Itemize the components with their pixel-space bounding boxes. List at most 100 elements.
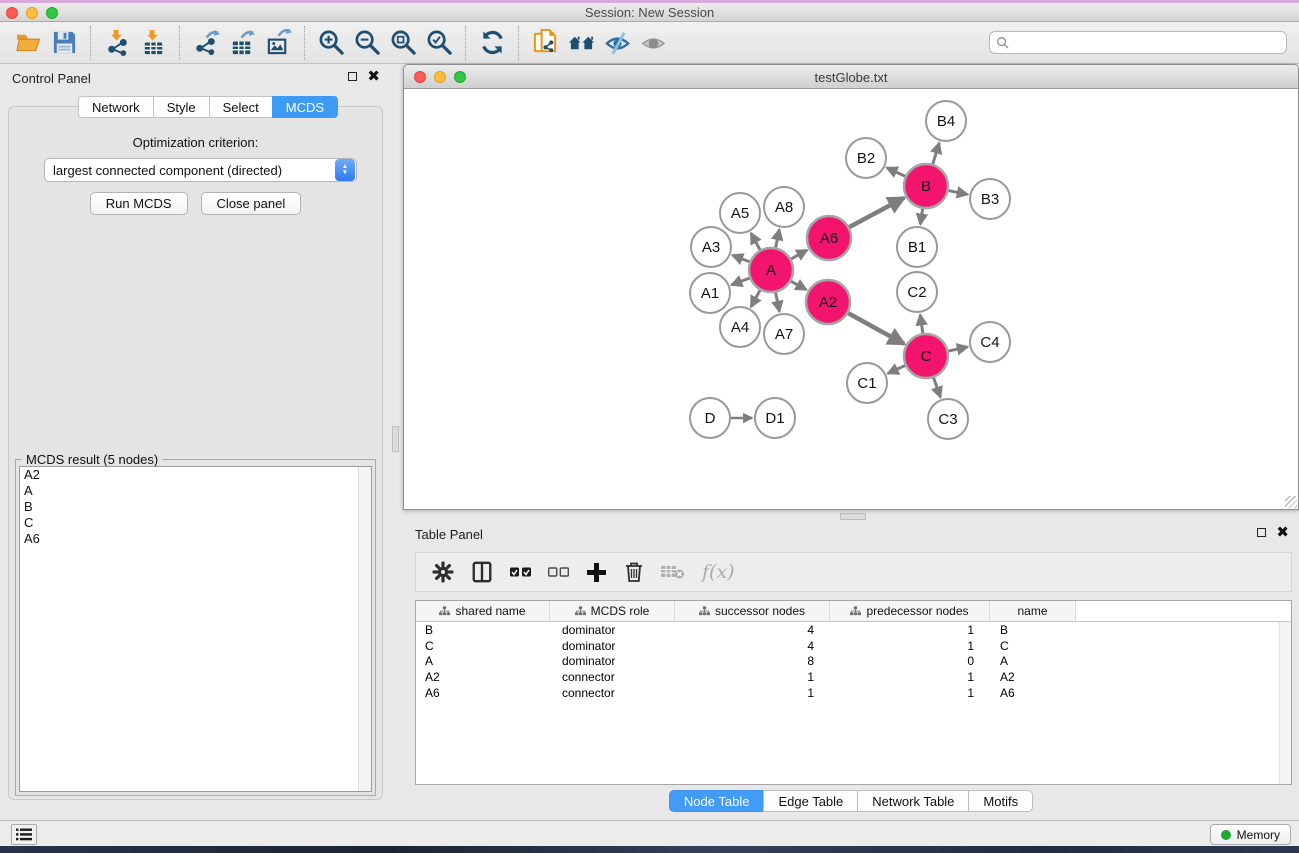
import-table-icon[interactable]: [135, 26, 171, 60]
tab-mcds[interactable]: MCDS: [272, 96, 338, 118]
show-columns-icon[interactable]: [471, 561, 493, 583]
graph-node-label-A6: A6: [820, 230, 838, 247]
graph-edge-A6-B[interactable]: [849, 198, 904, 227]
tab-edge-table[interactable]: Edge Table: [763, 790, 857, 812]
table-settings-gear-icon[interactable]: [432, 561, 454, 583]
search-input[interactable]: [1009, 36, 1280, 50]
float-panel-icon[interactable]: [348, 72, 357, 81]
table-row-A2[interactable]: A2connector11A2: [416, 669, 1291, 685]
dropdown-stepper-icon: ▲▼: [335, 159, 355, 181]
apply-preferred-layout-icon[interactable]: [474, 26, 510, 60]
table-cell: dominator: [550, 654, 675, 668]
column-header-predecessor-nodes[interactable]: predecessor nodes: [830, 601, 990, 622]
first-neighbors-icon[interactable]: [563, 26, 599, 60]
tab-node-table[interactable]: Node Table: [669, 790, 764, 812]
table-panel-title: Table Panel: [415, 527, 483, 542]
table-cell: connector: [550, 670, 675, 684]
graph-edge-A-A7[interactable]: [776, 293, 780, 312]
graph-edge-A-A5[interactable]: [751, 233, 760, 250]
graph-edge-B-B1[interactable]: [920, 209, 922, 224]
graph-node-label-A3: A3: [702, 239, 720, 256]
graph-edge-B-B2[interactable]: [887, 168, 905, 177]
graph-node-label-A7: A7: [775, 326, 793, 343]
node-table[interactable]: shared nameMCDS rolesuccessor nodesprede…: [415, 600, 1292, 785]
table-cell: C: [416, 639, 550, 653]
graph-edge-C-C1[interactable]: [888, 366, 905, 374]
tab-select[interactable]: Select: [209, 96, 272, 118]
graph-node-label-C: C: [921, 348, 932, 365]
export-table-icon[interactable]: [224, 26, 260, 60]
run-mcds-button[interactable]: Run MCDS: [90, 192, 188, 215]
column-header-name[interactable]: name: [990, 601, 1076, 622]
table-cell: A2: [416, 670, 550, 684]
memory-button[interactable]: Memory: [1210, 824, 1291, 845]
select-all-checkboxes-icon[interactable]: [510, 566, 531, 578]
network-window-title: testGlobe.txt: [404, 70, 1298, 85]
tab-network[interactable]: Network: [78, 96, 153, 118]
network-window-titlebar[interactable]: testGlobe.txt: [404, 65, 1298, 89]
graph-edge-A-A4[interactable]: [751, 290, 760, 307]
mcds-result-item: A6: [20, 531, 371, 547]
close-panel-button[interactable]: Close panel: [201, 192, 302, 215]
zoom-out-icon[interactable]: [349, 26, 385, 60]
criterion-dropdown[interactable]: largest connected component (directed) ▲…: [44, 158, 357, 182]
graph-edge-C-C4[interactable]: [948, 347, 967, 351]
deselect-all-checkboxes-icon[interactable]: [548, 566, 569, 578]
open-session-icon[interactable]: [10, 26, 46, 60]
table-row-B[interactable]: Bdominator41B: [416, 622, 1291, 638]
network-canvas[interactable]: B4B2BB3A5A8A6B1A3AC2A1A2A4A7C4CC1C3DD1: [404, 89, 1298, 509]
table-row-A6[interactable]: A6connector11A6: [416, 685, 1291, 701]
memory-status-dot: [1221, 830, 1231, 840]
graph-node-label-A4: A4: [731, 319, 749, 336]
result-list-scrollbar[interactable]: [358, 467, 371, 791]
zoom-in-icon[interactable]: [313, 26, 349, 60]
graph-edge-A-A1[interactable]: [732, 278, 750, 285]
tab-network-table[interactable]: Network Table: [857, 790, 968, 812]
save-session-icon[interactable]: [46, 26, 82, 60]
table-cell: 4: [675, 639, 830, 653]
table-row-A[interactable]: Adominator80A: [416, 654, 1291, 670]
column-header-successor-nodes[interactable]: successor nodes: [675, 601, 830, 622]
zoom-selected-icon[interactable]: [421, 26, 457, 60]
table-cell: 8: [675, 654, 830, 668]
show-all-icon[interactable]: [635, 26, 671, 60]
graph-edge-A-A6[interactable]: [791, 250, 807, 259]
table-cell: dominator: [550, 639, 675, 653]
graph-edge-B-B4[interactable]: [933, 143, 939, 164]
table-scrollbar[interactable]: [1279, 622, 1291, 784]
graph-edge-B-B3[interactable]: [949, 191, 968, 195]
hide-selected-icon[interactable]: [599, 26, 635, 60]
graph-edge-C-C3[interactable]: [934, 378, 941, 398]
column-header-MCDS-role[interactable]: MCDS role: [550, 601, 675, 622]
float-table-panel-icon[interactable]: [1257, 528, 1266, 537]
tab-motifs[interactable]: Motifs: [968, 790, 1033, 812]
column-header-shared-name[interactable]: shared name: [416, 601, 550, 622]
tab-style[interactable]: Style: [153, 96, 209, 118]
zoom-fit-icon[interactable]: [385, 26, 421, 60]
table-cell: dominator: [550, 623, 675, 637]
export-network-icon[interactable]: [188, 26, 224, 60]
graph-edge-A2-C[interactable]: [848, 313, 904, 344]
table-toolbar: f(x): [415, 552, 1292, 592]
import-network-icon[interactable]: [99, 26, 135, 60]
graph-node-label-B3: B3: [981, 191, 999, 208]
graph-edge-A-A8[interactable]: [776, 230, 780, 248]
table-row-C[interactable]: Cdominator41C: [416, 638, 1291, 654]
vertical-splitter-handle[interactable]: [392, 426, 399, 452]
close-panel-icon[interactable]: ✖: [367, 71, 380, 82]
header-filler: [1076, 601, 1291, 622]
search-field[interactable]: [989, 31, 1287, 54]
graph-edge-A-A3[interactable]: [732, 255, 749, 262]
close-table-panel-icon[interactable]: ✖: [1276, 527, 1289, 538]
table-cell: A6: [416, 686, 550, 700]
graph-edge-C-C2[interactable]: [920, 315, 923, 333]
create-column-plus-icon[interactable]: [586, 562, 607, 583]
export-image-icon[interactable]: [260, 26, 296, 60]
delete-column-trash-icon[interactable]: [624, 561, 644, 583]
task-history-button[interactable]: [11, 824, 37, 845]
horizontal-splitter-handle[interactable]: [840, 513, 866, 520]
new-network-from-selection-icon[interactable]: [527, 26, 563, 60]
mcds-result-list[interactable]: A2ABCA6: [19, 466, 372, 792]
graph-edge-A-A2[interactable]: [791, 281, 806, 290]
window-resize-grip[interactable]: [1285, 496, 1297, 508]
